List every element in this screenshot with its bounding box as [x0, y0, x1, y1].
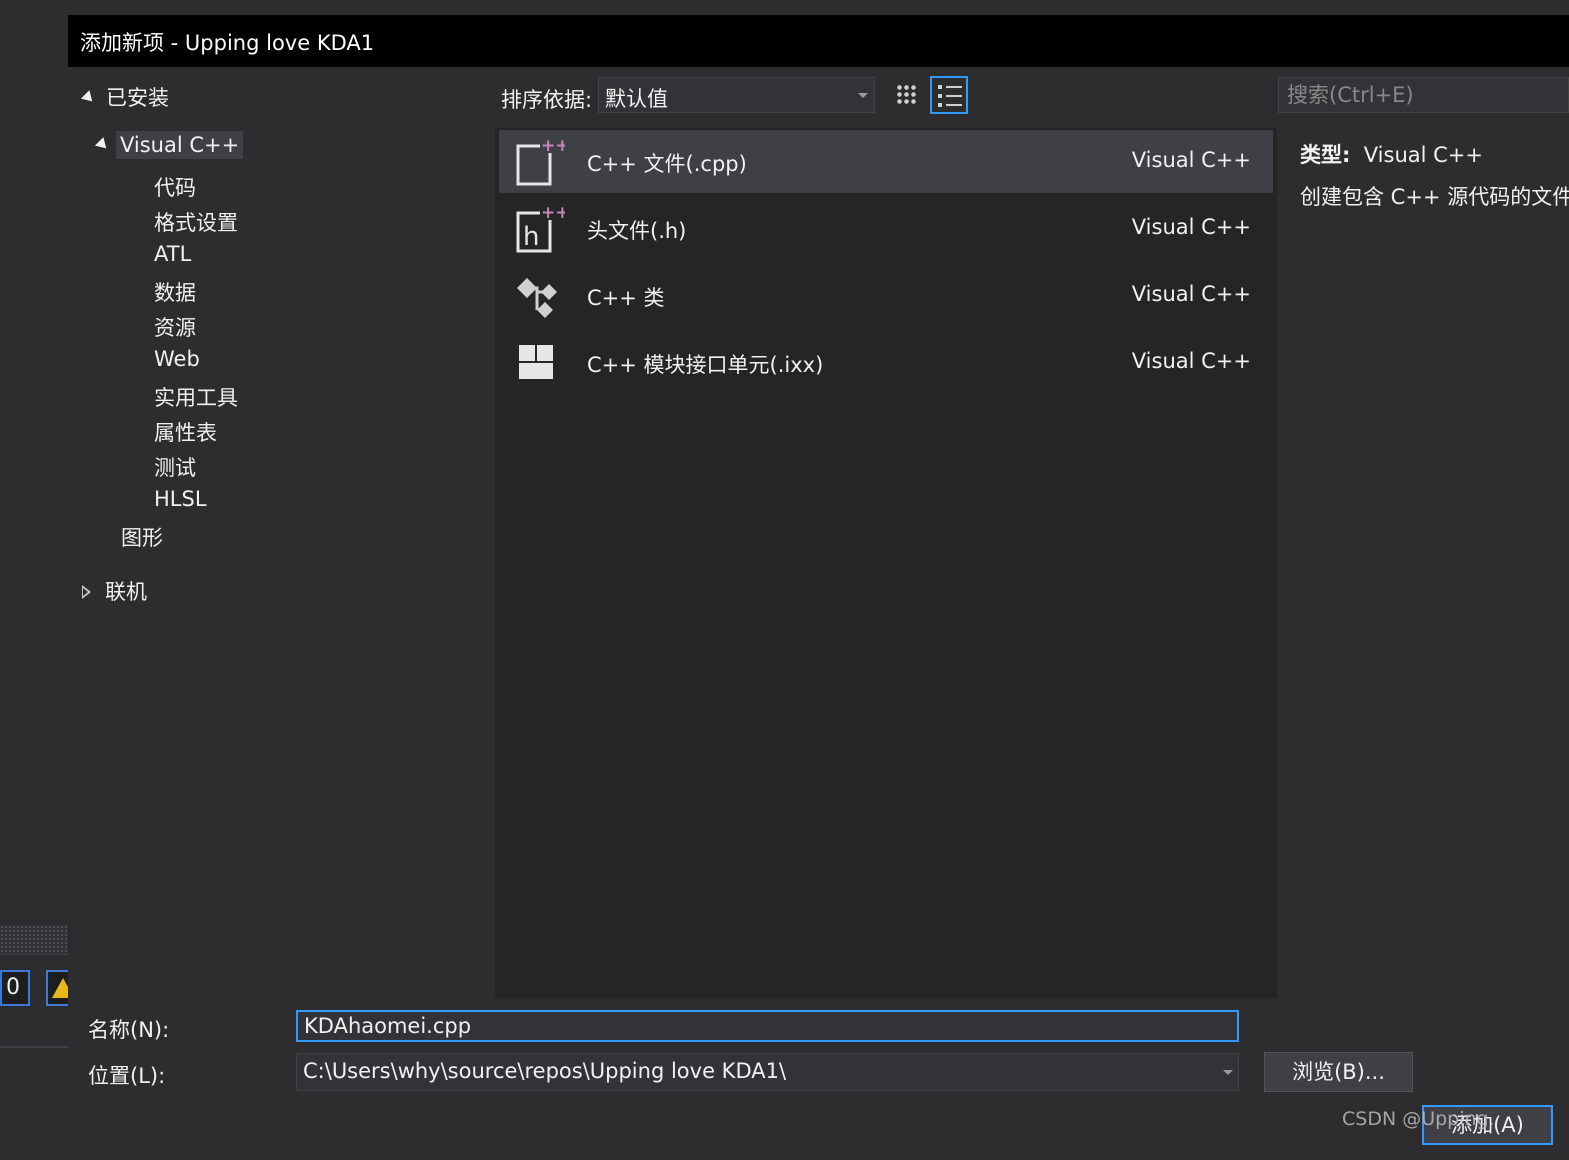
tree-node-visual-cpp[interactable]: Visual C++	[94, 131, 244, 159]
tree-item-hlsl[interactable]: HLSL	[154, 487, 207, 511]
grid-view-icon	[896, 84, 918, 106]
svg-text:h: h	[523, 222, 539, 252]
form-area: 名称(N): 位置(L): C:\Users\why\source\repos\…	[68, 1003, 1569, 1160]
collapsed-arrow-icon[interactable]	[82, 585, 91, 599]
dialog-title: 添加新项 - Upping love KDA1	[80, 31, 375, 55]
ide-divider	[0, 1046, 68, 1048]
cpp-file-icon: ++	[516, 136, 565, 186]
tree-item-code[interactable]: 代码	[154, 172, 196, 202]
list-view-icon	[938, 85, 962, 107]
dropdown-arrow-icon	[858, 93, 868, 98]
sort-value: 默认值	[605, 87, 668, 111]
expanded-arrow-icon[interactable]	[94, 137, 111, 153]
add-new-item-dialog: 添加新项 - Upping love KDA1 已安装 Visual C++ 代…	[68, 15, 1569, 1160]
template-language: Visual C++	[1131, 215, 1251, 239]
tree-item-graphics[interactable]: 图形	[121, 522, 163, 552]
module-interface-icon	[519, 345, 553, 379]
list-item[interactable]: C++ 模块接口单元(.ixx) Visual C++	[499, 331, 1273, 394]
watermark: CSDN @Upping.	[1342, 1108, 1495, 1130]
list-item[interactable]: C++ 类 Visual C++	[499, 264, 1273, 327]
template-language: Visual C++	[1131, 349, 1251, 373]
list-view-button[interactable]	[930, 76, 968, 114]
tree-item-property-sheets[interactable]: 属性表	[154, 417, 217, 447]
svg-text:++: ++	[541, 203, 565, 223]
list-item[interactable]: ++ C++ 文件(.cpp) Visual C++	[499, 130, 1273, 193]
tree-item-data[interactable]: 数据	[154, 277, 196, 307]
tree-node-label: 联机	[105, 580, 147, 604]
dropdown-arrow-icon[interactable]	[1223, 1070, 1233, 1075]
location-combobox[interactable]: C:\Users\why\source\repos\Upping love KD…	[296, 1053, 1239, 1091]
search-input[interactable]	[1278, 77, 1569, 113]
error-count-badge[interactable]: 0	[0, 970, 30, 1006]
tree-node-installed[interactable]: 已安装	[80, 82, 169, 112]
template-type-info: 类型: Visual C++	[1300, 139, 1483, 169]
tree-node-label: 已安装	[106, 86, 169, 110]
location-value: C:\Users\why\source\repos\Upping love KD…	[303, 1059, 787, 1083]
template-name: 头文件(.h)	[587, 219, 687, 243]
browse-button[interactable]: 浏览(B)...	[1264, 1052, 1413, 1092]
list-item[interactable]: h ++ 头文件(.h) Visual C++	[499, 197, 1273, 260]
template-language: Visual C++	[1131, 148, 1251, 172]
tree-node-label: Visual C++	[116, 131, 244, 159]
template-language: Visual C++	[1131, 282, 1251, 306]
location-label: 位置(L):	[88, 1064, 166, 1088]
ide-splitter	[0, 925, 68, 955]
name-label: 名称(N):	[88, 1018, 170, 1042]
template-description: 创建包含 C++ 源代码的文件	[1300, 185, 1569, 209]
svg-text:++: ++	[541, 136, 565, 156]
template-list: ++ C++ 文件(.cpp) Visual C++ h ++ 头文件(.h) …	[495, 128, 1277, 998]
name-input[interactable]	[296, 1010, 1239, 1042]
cpp-class-icon	[517, 278, 557, 318]
tree-item-utility[interactable]: 实用工具	[154, 382, 238, 412]
sort-label: 排序依据:	[501, 88, 593, 112]
tree-item-atl[interactable]: ATL	[154, 242, 191, 266]
type-value: Visual C++	[1363, 143, 1483, 167]
template-name: C++ 类	[587, 286, 665, 310]
small-icons-view-button[interactable]	[888, 76, 926, 114]
tree-item-resources[interactable]: 资源	[154, 312, 196, 342]
warning-icon[interactable]	[46, 970, 70, 1006]
tree-item-formatting[interactable]: 格式设置	[154, 207, 238, 237]
tree-node-online[interactable]: 联机	[82, 576, 147, 606]
template-name: C++ 文件(.cpp)	[587, 152, 747, 176]
expanded-arrow-icon[interactable]	[80, 90, 97, 106]
template-name: C++ 模块接口单元(.ixx)	[587, 353, 824, 377]
type-label: 类型:	[1300, 143, 1351, 167]
ide-background: 0	[0, 0, 70, 1160]
tree-item-web[interactable]: Web	[154, 347, 200, 371]
sort-dropdown[interactable]: 默认值	[598, 77, 875, 113]
header-file-icon: h ++	[516, 203, 565, 253]
tree-item-test[interactable]: 测试	[154, 452, 196, 482]
dialog-titlebar: 添加新项 - Upping love KDA1	[68, 15, 1569, 67]
